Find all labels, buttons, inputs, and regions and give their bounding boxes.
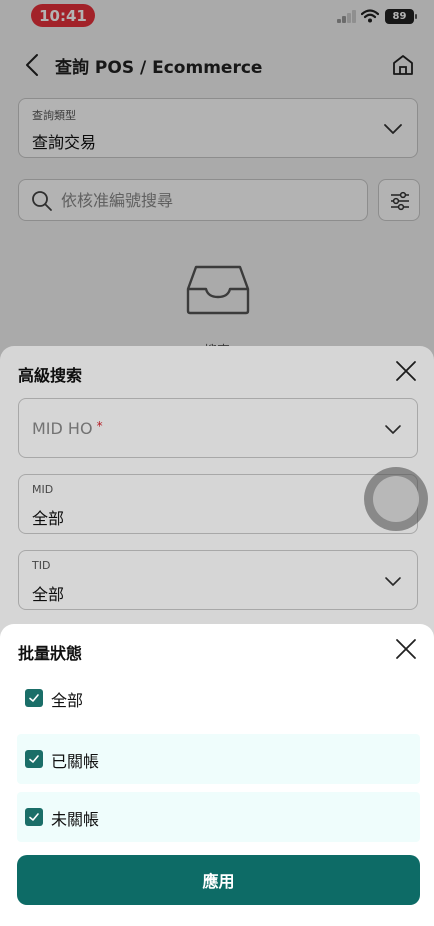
option-all[interactable]: 全部 [17, 673, 420, 723]
check-icon [29, 755, 39, 763]
option-label: 已關帳 [51, 752, 100, 771]
apply-button[interactable]: 應用 [17, 855, 420, 905]
option-label: 全部 [51, 691, 84, 710]
checkbox-checked[interactable] [25, 689, 43, 707]
check-icon [29, 813, 39, 821]
batch-status-sheet: 批量狀態 全部 已關帳 未關帳 應用 [0, 624, 434, 926]
check-icon [29, 694, 39, 702]
option-open[interactable]: 未關帳 [17, 792, 420, 842]
batch-status-title: 批量狀態 [18, 644, 83, 663]
checkbox-checked[interactable] [25, 750, 43, 768]
option-label: 未關帳 [51, 810, 100, 829]
option-closed[interactable]: 已關帳 [17, 734, 420, 784]
checkbox-checked[interactable] [25, 808, 43, 826]
close-icon[interactable] [394, 637, 418, 661]
